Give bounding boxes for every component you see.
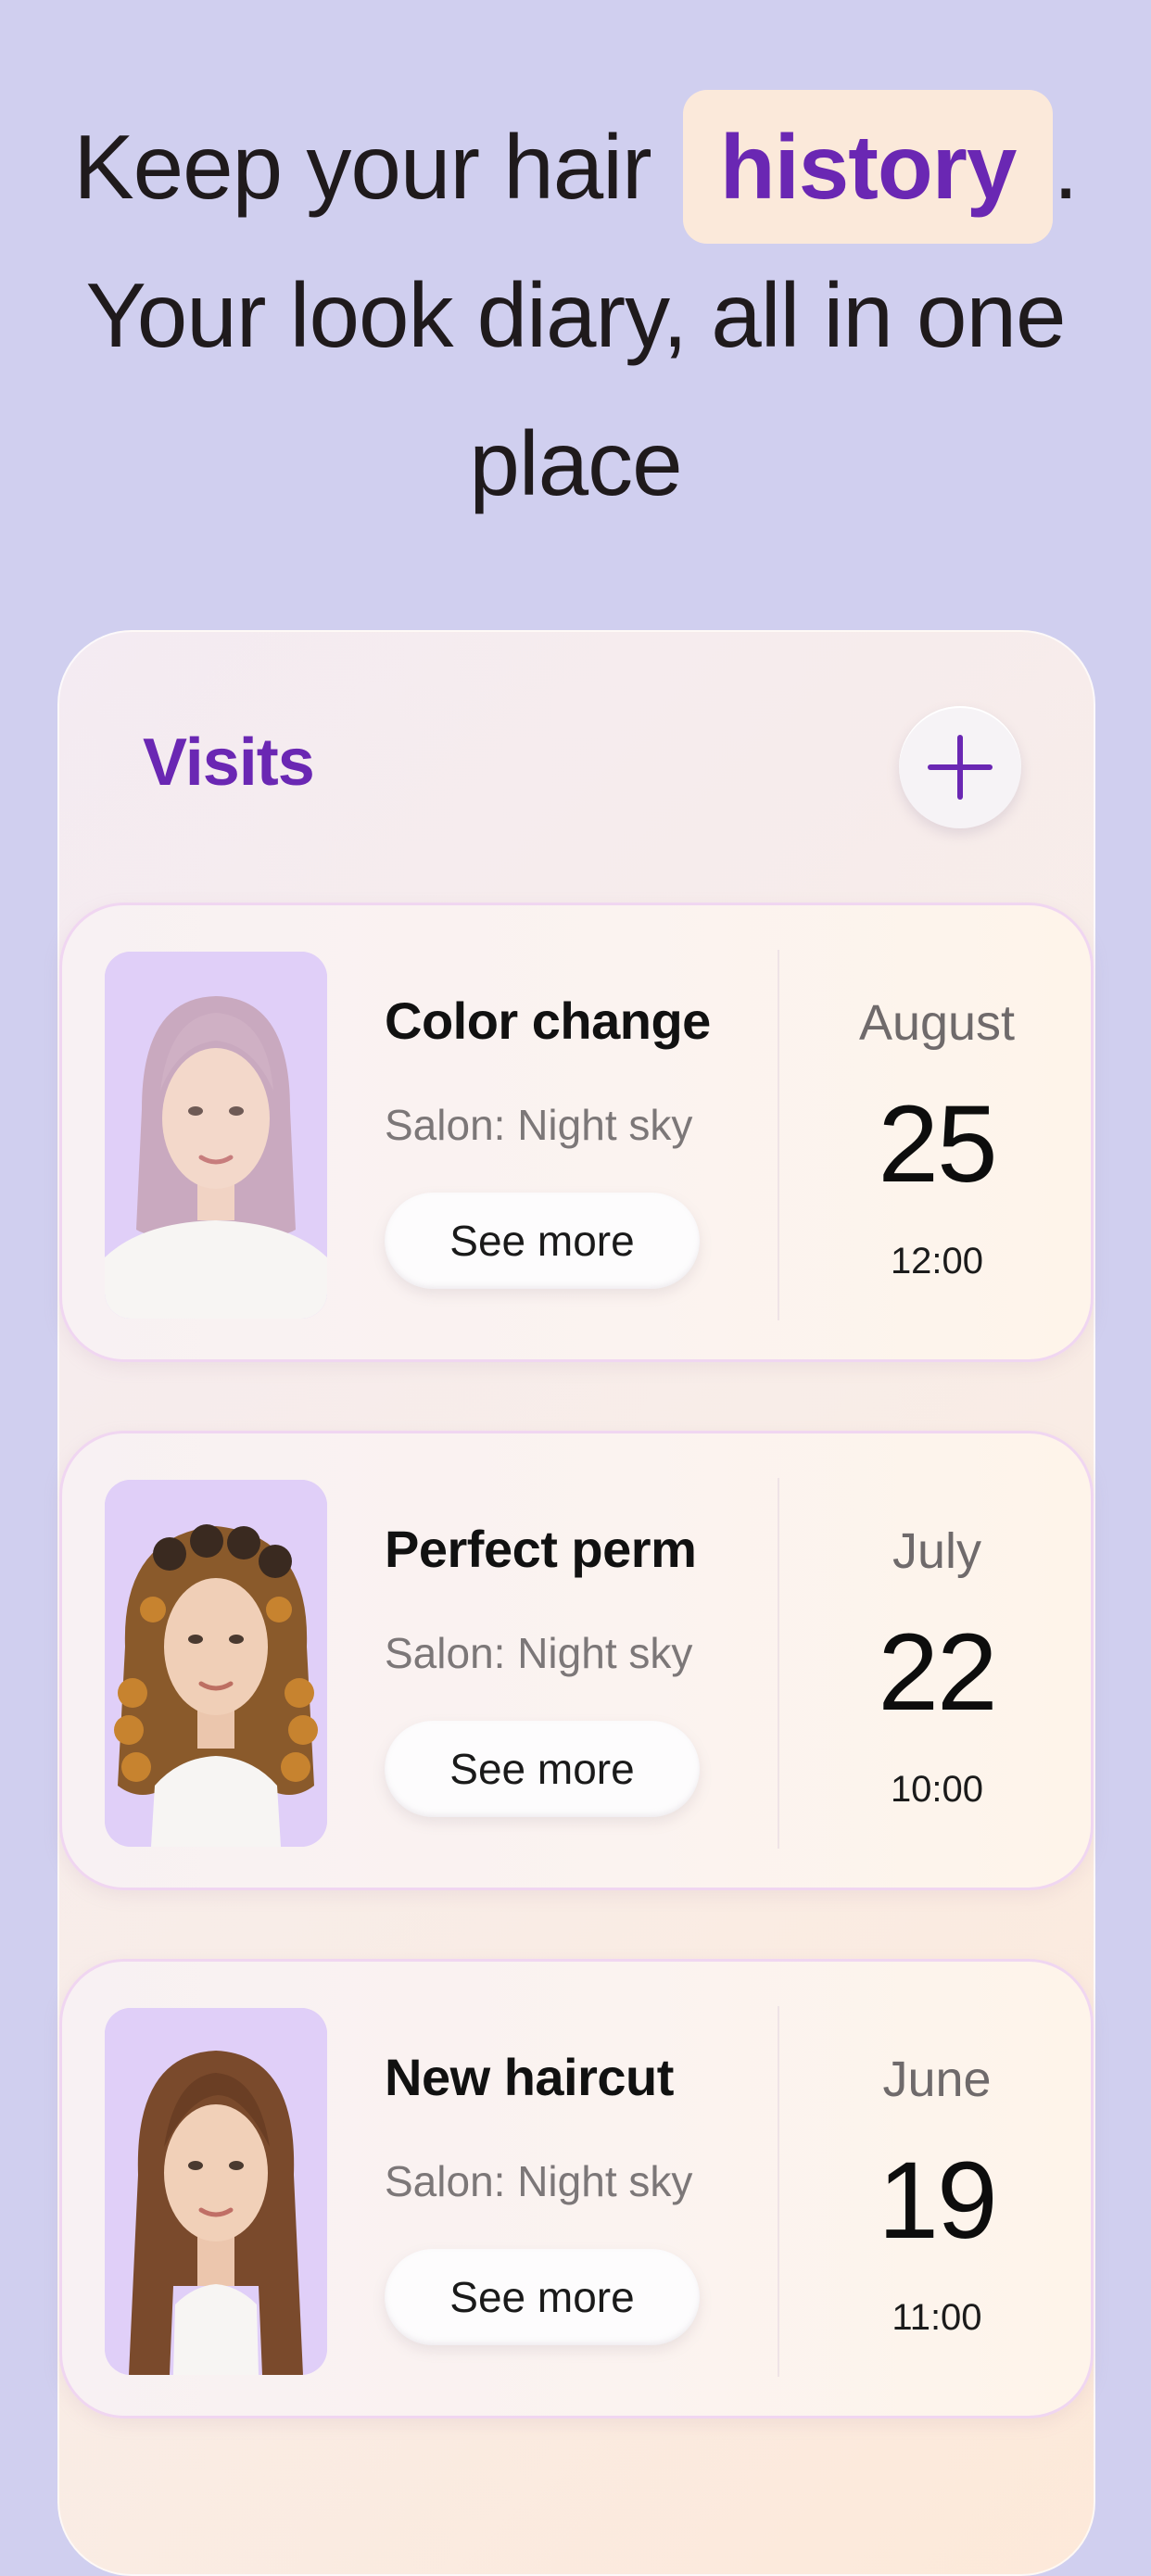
card-divider <box>778 950 779 1320</box>
visit-time: 10:00 <box>890 1769 984 1810</box>
visit-title: New haircut <box>385 2048 674 2106</box>
visit-photo <box>105 952 327 1319</box>
see-more-button[interactable]: See more <box>385 1193 700 1289</box>
visit-card[interactable]: New haircut Salon: Night sky See more Ju… <box>59 1959 1094 2418</box>
hero-line-2: Your look diary, all in one <box>85 264 1066 366</box>
highlight-word: history <box>719 116 1018 218</box>
add-visit-button[interactable] <box>899 706 1021 828</box>
visit-salon: Salon: Night sky <box>385 1101 693 1149</box>
hero-period: . <box>1053 116 1078 218</box>
visit-month: July <box>892 1523 982 1579</box>
visit-card[interactable]: Perfect perm Salon: Night sky See more J… <box>59 1431 1094 1890</box>
hero-headline: Keep your hair history . Your look diary… <box>0 90 1151 537</box>
see-more-button[interactable]: See more <box>385 1721 700 1817</box>
visit-card[interactable]: Color change Salon: Night sky See more A… <box>59 903 1094 1362</box>
highlight-chip: history <box>682 90 1054 244</box>
visit-title: Color change <box>385 991 711 1050</box>
visit-photo <box>105 2008 327 2375</box>
pink-bob-portrait-image <box>105 952 327 1319</box>
visit-day: 25 <box>878 1083 997 1206</box>
visit-day: 19 <box>878 2140 997 2262</box>
card-divider <box>778 2006 779 2377</box>
visit-time: 11:00 <box>892 2297 982 2338</box>
see-more-button[interactable]: See more <box>385 2249 700 2345</box>
long-brown-hair-portrait-image <box>105 2008 327 2375</box>
hero-line-1: Keep your hair history . <box>0 90 1151 244</box>
plus-icon <box>928 735 993 800</box>
hero-line-1-text: Keep your hair <box>73 116 651 218</box>
visit-title: Perfect perm <box>385 1520 697 1578</box>
curly-hair-portrait-image <box>105 1480 327 1847</box>
visits-panel: Visits Color change Salon: Night sky See… <box>57 630 1095 2576</box>
visit-photo <box>105 1480 327 1847</box>
visit-time: 12:00 <box>890 1241 984 1282</box>
visit-day: 22 <box>878 1611 997 1734</box>
panel-title: Visits <box>143 726 315 800</box>
visit-month: June <box>882 2052 992 2107</box>
hero-line-3: place <box>469 412 682 514</box>
card-divider <box>778 1478 779 1849</box>
visit-salon: Salon: Night sky <box>385 2157 693 2205</box>
visit-month: August <box>858 995 1016 1051</box>
visit-salon: Salon: Night sky <box>385 1629 693 1677</box>
